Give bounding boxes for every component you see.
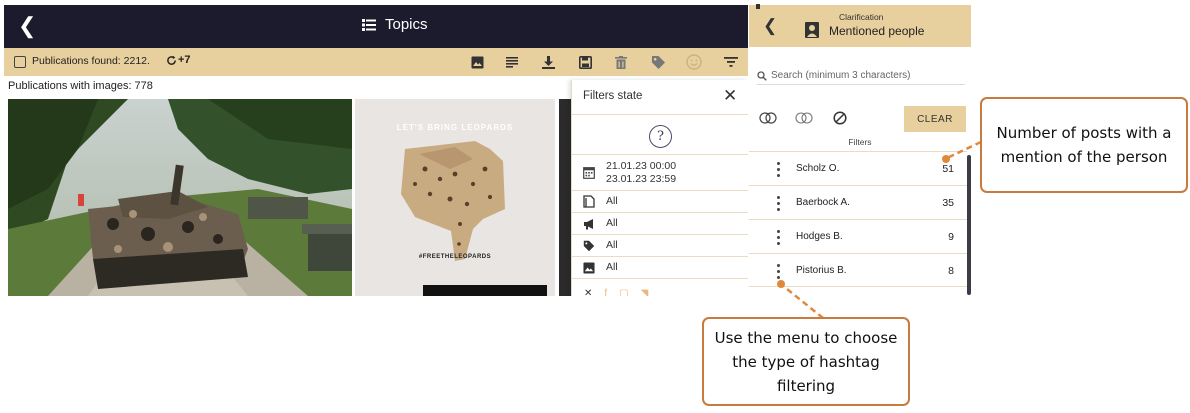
filter-icon[interactable] (722, 53, 740, 71)
emoji-icon[interactable] (685, 53, 703, 71)
intersection-mode-icon[interactable] (759, 112, 777, 124)
person-name: Scholz O. (796, 163, 840, 174)
panel-header: ❮ Clarification Mentioned people (749, 5, 971, 47)
people-search (757, 67, 965, 85)
leopards-banner (423, 285, 547, 296)
toolbar: Publications found: 2212. +7 (4, 48, 748, 76)
text-icon[interactable] (503, 53, 521, 71)
person-row[interactable]: Hodges B. 9 (749, 219, 967, 253)
search-icon (757, 70, 767, 81)
callout-menu: Use the menu to choose the type of hasht… (702, 317, 910, 406)
filter-row-sources: All (572, 212, 748, 234)
images-count-label: Publications with images: 778 (8, 80, 153, 92)
callout-mention-count-text: Number of posts with a mention of the pe… (996, 124, 1172, 166)
filter-date-row: 21.01.23 00:00 23.01.23 23:59 (572, 154, 748, 190)
filter-value: All (606, 195, 618, 207)
instagram-icon: ▢ (619, 288, 629, 296)
person-name: Baerbock A. (796, 197, 850, 208)
exclude-mode-icon[interactable] (833, 111, 847, 125)
tank-photo[interactable] (8, 99, 352, 296)
chevron-left-icon[interactable]: ❮ (18, 14, 36, 38)
top-bar: ❮ Topics (4, 5, 748, 48)
save-icon[interactable] (576, 53, 594, 71)
refresh-count: +7 (178, 54, 191, 66)
page-title-wrap: Topics (362, 16, 428, 33)
more-vert-icon[interactable] (777, 230, 780, 245)
close-icon[interactable]: ✕ (723, 86, 737, 106)
filter-row-documents: All (572, 190, 748, 212)
publications-found-label: Publications found: 2212. (32, 55, 150, 67)
more-vert-icon[interactable] (777, 196, 780, 211)
download-icon[interactable] (539, 53, 557, 71)
person-name: Pistorius B. (796, 265, 847, 276)
facebook-icon: f (604, 288, 608, 296)
date-to: 23.01.23 23:59 (606, 172, 677, 185)
topics-app: ❮ Topics Publications found: 2212. +7 Pu… (4, 5, 748, 296)
leopards-headline: LET'S BRING LEOPARDS (396, 123, 514, 132)
panel-title: Mentioned people (829, 24, 925, 38)
person-row[interactable]: Baerbock A. 35 (749, 185, 967, 219)
filter-value: All (606, 261, 618, 273)
filter-row-images: All (572, 256, 748, 278)
filters-state-panel: Filters state ✕ ? 21.01.23 00:00 23.01.2… (571, 80, 748, 296)
person-row[interactable]: Pistorius B. 8 (749, 253, 967, 287)
leopards-ad-image[interactable]: LET'S BRING LEOPARDS #FREETHELEOPARDS (355, 99, 555, 296)
scrollbar[interactable] (967, 155, 971, 295)
more-vert-icon[interactable] (777, 162, 780, 177)
document-icon (577, 195, 601, 208)
twitter-icon: ◥ (640, 288, 649, 296)
chevron-left-icon[interactable]: ❮ (763, 16, 777, 36)
pin-marker (756, 4, 760, 9)
mention-count: 9 (948, 231, 954, 243)
list-icon (362, 18, 376, 31)
mentioned-people-panel: ❮ Clarification Mentioned people CLEAR F… (749, 5, 973, 296)
callout-mention-count: Number of posts with a mention of the pe… (980, 97, 1188, 193)
union-mode-icon[interactable] (795, 112, 813, 124)
callout-menu-text: Use the menu to choose the type of hasht… (714, 328, 898, 395)
mention-count: 35 (942, 197, 954, 209)
image-icon[interactable] (468, 53, 486, 71)
page-title: Topics (385, 16, 428, 33)
person-row[interactable]: Scholz O. 51 (749, 151, 967, 185)
megaphone-icon (577, 218, 601, 230)
image-icon (577, 261, 601, 274)
person-icon (805, 22, 819, 38)
date-from: 21.01.23 00:00 (606, 159, 677, 172)
select-all-checkbox[interactable] (14, 56, 26, 68)
help-icon[interactable]: ? (649, 125, 672, 148)
more-vert-icon[interactable] (777, 264, 780, 279)
person-name: Hodges B. (796, 231, 843, 242)
delete-icon[interactable] (612, 53, 630, 71)
filters-state-title: Filters state (583, 90, 643, 102)
filter-value: All (606, 239, 618, 251)
filters-label: Filters (848, 137, 872, 147)
calendar-icon (577, 166, 601, 179)
tag-icon[interactable] (649, 53, 667, 71)
clear-button[interactable]: CLEAR (904, 106, 966, 132)
social-icons: ✕ f ▢ ◥ (584, 288, 648, 296)
filter-value: All (606, 217, 618, 229)
mention-count: 8 (948, 265, 954, 277)
refresh-button[interactable]: +7 (166, 54, 191, 66)
leopards-hashtag: #FREETHELEOPARDS (418, 254, 492, 260)
x-icon: ✕ (584, 288, 593, 296)
mention-count: 51 (942, 163, 954, 175)
refresh-icon (167, 55, 176, 65)
panel-subtitle: Clarification (839, 12, 884, 22)
filter-row-tags: All (572, 234, 748, 256)
tag-icon (577, 240, 601, 252)
search-input[interactable] (771, 70, 961, 81)
